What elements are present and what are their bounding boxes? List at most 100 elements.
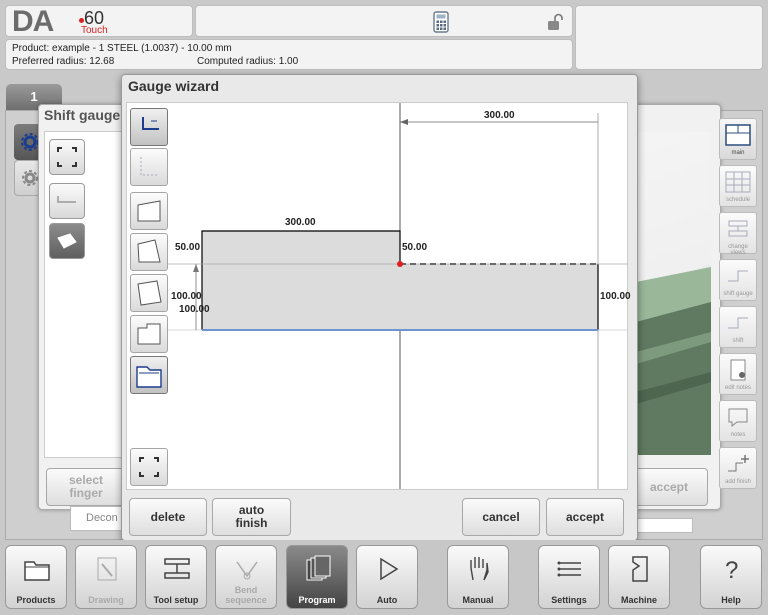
nav-drawing[interactable]: Drawing xyxy=(75,545,137,609)
gear-icon xyxy=(21,133,39,151)
product-text: Product: example - 1 STEEL (1.0037) - 10… xyxy=(12,43,232,54)
change-views-icon xyxy=(728,220,748,237)
shift-gauge-icon xyxy=(728,270,748,282)
auto-finish-button[interactable]: auto finish xyxy=(212,498,291,536)
add-finish-icon xyxy=(728,455,749,472)
sidebar-change-views-label: change views xyxy=(728,244,748,256)
shape-trapezoid-tool[interactable] xyxy=(130,192,168,230)
dimension-arrow xyxy=(400,119,408,125)
product-info-bar: Product: example - 1 STEEL (1.0037) - 10… xyxy=(5,39,573,70)
sidebar-change-views-button[interactable]: change views xyxy=(719,212,757,256)
dim-right-height-top: 50.00 xyxy=(402,242,428,253)
shape-notch-tool[interactable] xyxy=(130,315,168,353)
sidebar-shift-button[interactable]: shift xyxy=(719,306,757,348)
shape-folder-tool[interactable] xyxy=(130,356,168,394)
sidebar-notes-button[interactable]: notes xyxy=(719,400,757,442)
cancel-button[interactable]: cancel xyxy=(462,498,540,536)
nav-program[interactable]: Program xyxy=(286,545,348,609)
nav-manual[interactable]: Manual xyxy=(447,545,509,609)
unlocked-padlock-icon[interactable] xyxy=(546,13,564,31)
decon-text: Decon xyxy=(86,512,118,524)
shape-rotated-tool[interactable] xyxy=(130,274,168,312)
main-view-icon xyxy=(725,124,751,146)
bg-accept-button[interactable]: accept xyxy=(630,468,708,506)
gauge-wizard-title: Gauge wizard xyxy=(128,78,220,94)
gauge-line-tool[interactable] xyxy=(130,108,168,146)
fit-view-button[interactable] xyxy=(49,139,85,175)
tool-setup-icon xyxy=(164,558,190,579)
dim-right-height: 100.00 xyxy=(600,291,631,302)
sidebar-shift-gauge-label: shift gauge xyxy=(723,291,753,297)
select-finger-button[interactable]: select finger xyxy=(46,468,126,506)
shift-gauge-title: Shift gauge xyxy=(44,107,121,123)
wizard-fit-view-button[interactable] xyxy=(130,448,168,486)
right-part-fill xyxy=(400,264,598,330)
table-icon xyxy=(725,171,751,193)
dim-left-height-a: 100.00 xyxy=(171,291,202,302)
fit-view-icon xyxy=(139,457,159,477)
finger-shape-button[interactable] xyxy=(49,183,85,219)
select-finger-label: select finger xyxy=(68,473,104,500)
machine-3d-graphic xyxy=(636,267,711,455)
nav-tool-setup-label: Tool setup xyxy=(153,595,199,605)
hand-icon xyxy=(470,557,489,581)
sidebar-add-finish-button[interactable]: add finish xyxy=(719,447,757,489)
nav-help[interactable]: ? Help xyxy=(700,545,762,609)
logo: DA 60 Touch xyxy=(5,5,193,38)
machine-icon xyxy=(632,556,648,582)
nav-bend-sequence-label: Bend sequence xyxy=(225,585,267,605)
gauge-drawing xyxy=(168,103,628,489)
nav-help-label: Help xyxy=(721,595,741,605)
accept-label: accept xyxy=(565,509,605,524)
right-sidebar: main schedule change views shift gauge s… xyxy=(719,118,759,498)
gauge-dotted-tool[interactable] xyxy=(130,148,168,186)
rotated-square-icon xyxy=(137,280,162,306)
finger-shape-icon xyxy=(57,196,76,203)
shape-pentagon-tool[interactable] xyxy=(130,233,168,271)
svg-text:?: ? xyxy=(725,557,738,584)
delete-button[interactable]: delete xyxy=(129,498,207,536)
gauge-point[interactable] xyxy=(397,261,403,267)
dim-top-width: 300.00 xyxy=(484,110,515,121)
nav-tool-setup[interactable]: Tool setup xyxy=(145,545,207,609)
sidebar-schedule-label: schedule xyxy=(725,197,751,203)
sidebar-edit-notes-button[interactable]: edit notes xyxy=(719,353,757,395)
nav-bend-sequence[interactable]: Bend sequence xyxy=(215,545,277,609)
bend-sequence-icon xyxy=(236,561,258,580)
delete-label: delete xyxy=(150,509,186,524)
cancel-label: cancel xyxy=(482,509,520,524)
nav-machine[interactable]: Machine xyxy=(608,545,670,609)
dimension-arrow xyxy=(193,264,199,272)
program-pages-icon xyxy=(306,555,331,581)
shift-gauge-left-panel xyxy=(44,131,130,458)
accept-button[interactable]: accept xyxy=(546,498,624,536)
nav-settings-label: Settings xyxy=(551,595,587,605)
bg-accept-label: accept xyxy=(649,479,689,494)
nav-auto[interactable]: Auto xyxy=(356,545,418,609)
gear-icon xyxy=(22,170,38,186)
calculator-icon[interactable] xyxy=(433,11,449,33)
gauge-finger-button[interactable] xyxy=(49,223,85,259)
dim-left-height-top: 50.00 xyxy=(175,242,201,253)
sidebar-edit-notes-label: edit notes xyxy=(724,385,752,391)
dim-left-height-b: 100.00 xyxy=(179,304,210,315)
nav-auto-label: Auto xyxy=(376,595,398,605)
sidebar-shift-gauge-button[interactable]: shift gauge xyxy=(719,259,757,301)
fit-view-icon xyxy=(57,147,77,167)
pencil-icon xyxy=(97,557,117,581)
left-part-fill xyxy=(202,231,400,330)
dim-left-width: 300.00 xyxy=(285,217,316,228)
sidebar-main-label: main xyxy=(731,150,745,156)
nav-settings[interactable]: Settings xyxy=(538,545,600,609)
notes-edit-icon xyxy=(730,359,746,381)
sidebar-main-button[interactable]: main xyxy=(719,118,757,160)
nav-manual-label: Manual xyxy=(462,595,494,605)
speech-bubble-icon xyxy=(728,408,748,428)
gauge-dotted-icon xyxy=(140,157,159,176)
nav-products[interactable]: Products xyxy=(5,545,67,609)
sidebar-shift-label: shift xyxy=(732,338,744,344)
gauge-finger-icon xyxy=(57,233,77,249)
sidebar-schedule-button[interactable]: schedule xyxy=(719,165,757,207)
folder-icon xyxy=(24,561,50,581)
pentagon-icon xyxy=(137,239,161,263)
